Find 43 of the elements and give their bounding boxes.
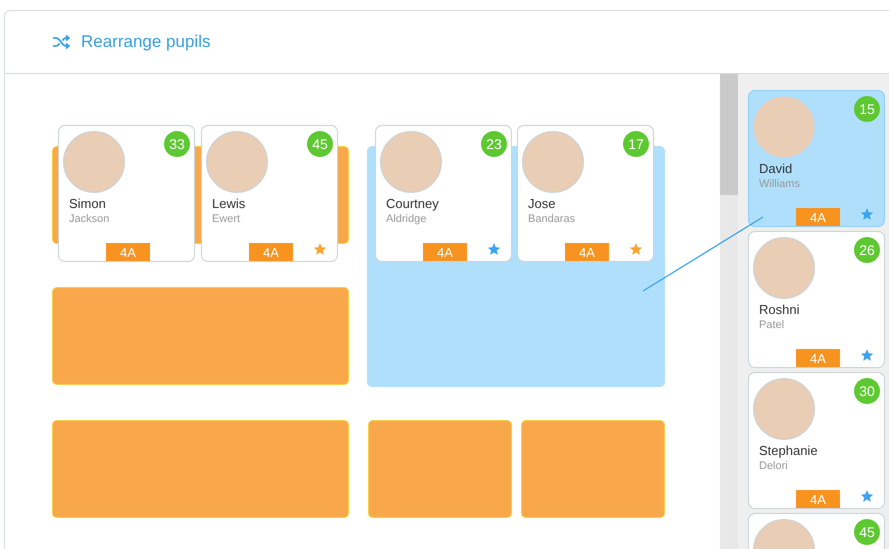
desk[interactable]	[521, 420, 665, 518]
first-name: Stephanie	[759, 443, 818, 458]
first-name: Jose	[528, 196, 556, 211]
score-badge: 45	[854, 519, 880, 545]
pupil-card[interactable]: 33 Simon Jackson 4A	[58, 125, 195, 262]
first-name: Courtney	[386, 196, 439, 211]
last-name: Williams	[759, 178, 800, 190]
class-tag: 4A	[796, 208, 840, 226]
pupil-card[interactable]: 15 David Williams 4A	[748, 90, 885, 227]
desk[interactable]	[368, 420, 512, 518]
pupil-card[interactable]: 26 Roshni Patel 4A	[748, 231, 885, 368]
last-name: Bandaras	[528, 213, 576, 225]
last-name: Ewert	[212, 213, 240, 225]
desk[interactable]	[52, 287, 349, 385]
score-badge: 33	[164, 131, 190, 157]
last-name: Delori	[759, 460, 788, 472]
pupil-card[interactable]: 23 Courtney Aldridge 4A	[375, 125, 512, 262]
class-tag: 4A	[796, 490, 840, 508]
pupil-card[interactable]: 17 Jose Bandaras 4A	[517, 125, 654, 262]
class-tag: 4A	[106, 243, 150, 261]
last-name: Patel	[759, 319, 784, 331]
class-tag: 4A	[423, 243, 467, 261]
last-name: Aldridge	[386, 213, 426, 225]
score-badge: 26	[854, 237, 880, 263]
score-badge: 23	[481, 131, 507, 157]
class-tag: 4A	[565, 243, 609, 261]
first-name: Lewis	[212, 196, 246, 211]
class-tag: 4A	[249, 243, 293, 261]
class-tag: 4A	[796, 349, 840, 367]
first-name: Simon	[69, 196, 106, 211]
score-badge: 30	[854, 378, 880, 404]
shuffle-icon	[52, 35, 70, 49]
pupil-card[interactable]: 30 Stephanie Delori 4A	[748, 372, 885, 509]
score-badge: 15	[854, 96, 880, 122]
desk[interactable]: 23 Courtney Aldridge 4A 17 Jose Bandaras 4A	[367, 125, 665, 387]
last-name: Jackson	[69, 213, 110, 225]
scrollbar[interactable]	[720, 74, 738, 549]
score-badge: 45	[307, 131, 333, 157]
desk[interactable]	[52, 420, 349, 518]
first-name: David	[759, 161, 792, 176]
pupil-card[interactable]: 45 Lewis Ewert 4A	[201, 125, 338, 262]
first-name: Roshni	[759, 302, 800, 317]
score-badge: 17	[623, 131, 649, 157]
